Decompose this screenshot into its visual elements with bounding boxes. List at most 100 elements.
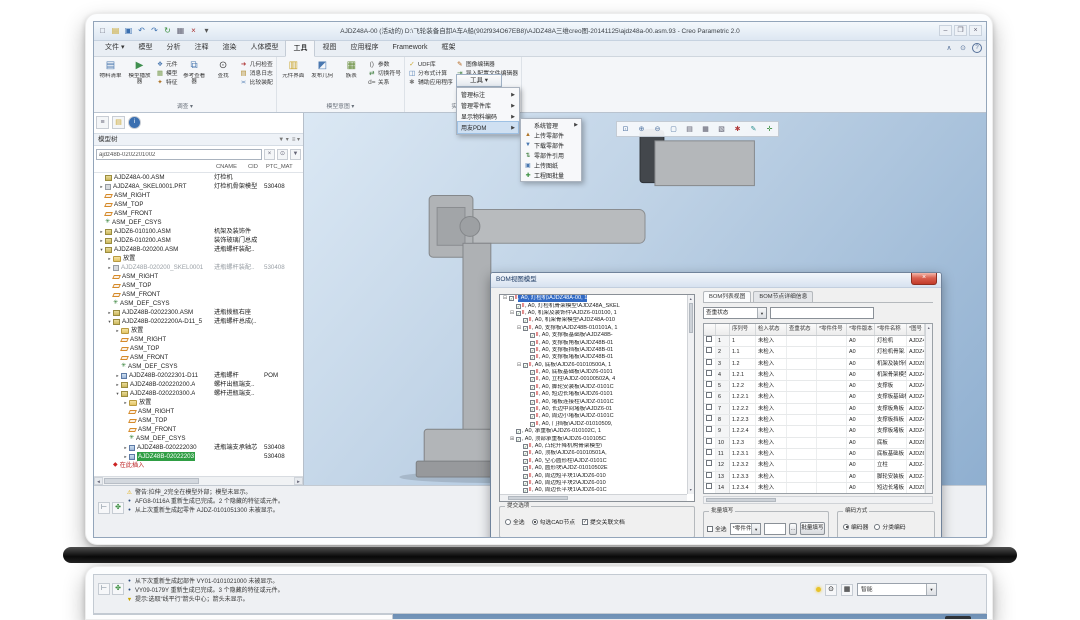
expand-icon[interactable]: ⊟ [509, 310, 515, 317]
expand-icon[interactable]: ▸ [122, 398, 129, 407]
reference-viewer-button[interactable]: ⧉参考查看器 [181, 59, 208, 85]
close-button[interactable]: × [969, 25, 982, 36]
bom-table-row[interactable]: 21.1未检入A0灯检机骨架..AJDZ4 [704, 347, 932, 358]
filter-icon[interactable]: ▼ ▾ [278, 135, 289, 145]
model-tree-row[interactable]: ASM_TOP [94, 344, 303, 353]
checkbox-icon[interactable]: ✓ [516, 304, 521, 309]
model-tree-row[interactable]: ASM_RIGHT [94, 407, 303, 416]
geometry-check-button[interactable]: ➜几何检查 [240, 61, 273, 69]
scroll-up-icon[interactable]: ▲ [927, 325, 930, 331]
bom-button[interactable]: ▤物料清单 [97, 59, 124, 85]
checkbox-icon[interactable]: ✓ [523, 488, 528, 493]
bom-table-row[interactable]: 101.2.3未检入A0底板AJDZ6- [704, 438, 932, 449]
expand-icon[interactable]: ⊟ [502, 295, 508, 302]
checkbox-icon[interactable]: ✓ [530, 414, 535, 419]
find-button[interactable]: ⊙ [825, 584, 837, 596]
checkbox-icon[interactable]: ✓ [530, 377, 535, 382]
tab-file[interactable]: 文件 ▾ [98, 40, 131, 57]
customize-more-icon[interactable]: ▾ [201, 24, 212, 38]
checkbox-icon[interactable]: ✓ [523, 481, 528, 486]
command-search-icon[interactable]: ⊙ [958, 43, 968, 54]
bom-tree-item[interactable]: ✓‖, A0, 周边小堵板\AJDZ-0101C [500, 413, 687, 420]
checkbox-icon[interactable]: ✓ [530, 400, 535, 405]
model-tree-row[interactable]: ▾AJDZ48B-020200.ASM进瓶螺杆装配.. [94, 245, 303, 254]
ribbon-group-label[interactable]: 模型意图 ▾ [277, 103, 404, 112]
menu-item-part-reference[interactable]: ⇅零部件引用 [522, 150, 580, 160]
tab-applications[interactable]: 应用程序 [343, 40, 385, 57]
checkbox-提交关联文档[interactable]: ✓提交关联文档 [582, 517, 625, 526]
model-tree-row[interactable]: ASM_FRONT [94, 353, 303, 362]
model-tree-row[interactable]: ASM_TOP [94, 281, 303, 290]
tab-manikin[interactable]: 人体模型 [243, 40, 285, 57]
bom-table-row[interactable]: 111.2.3.1未检入A0底板基础板AJDZ6- [704, 449, 932, 460]
find-button[interactable]: ⊙查找 [210, 59, 237, 85]
browse-button[interactable]: … [789, 523, 797, 535]
checkbox-icon[interactable]: ✓ [523, 459, 528, 464]
bom-tree-item[interactable]: ⊟✓‖, A0, 底板\AJDZ6-01010500A, 1 [500, 362, 687, 369]
tab-bom-node-detail[interactable]: BOM节点详细信息 [753, 291, 813, 302]
bom-column-header[interactable]: 检入状态 [756, 324, 787, 335]
model-player-button[interactable]: ▶模型播放器 [126, 59, 153, 85]
message-log-button[interactable]: ▤消息日志 [240, 70, 273, 78]
settings-icon[interactable]: ≡ ▾ [292, 135, 300, 145]
ribbon-group-label[interactable]: 调查 ▾ [94, 103, 276, 112]
checkbox-icon[interactable]: ✓ [530, 407, 535, 412]
chevron-down-icon[interactable]: ▼ [757, 308, 766, 318]
bom-column-header[interactable]: *图号 [907, 324, 925, 335]
menu-item-upload-drawing[interactable]: ▣上传图纸 [522, 160, 580, 170]
model-tree-row[interactable]: ▸AJDZ48B-020200_SKEL0001进瓶螺杆装配..530408 [94, 263, 303, 272]
repaint-icon[interactable]: ▢ [666, 123, 681, 135]
menu-item-upload-parts[interactable]: ▲上传零部件 [522, 130, 580, 140]
checkbox-icon[interactable]: ✓ [523, 363, 528, 368]
scroll-thumb[interactable] [689, 303, 693, 333]
bom-table-row[interactable]: 81.2.2.3未检入A0支撑板挡板AJDZ4 [704, 415, 932, 426]
model-tree-row[interactable]: ▸AJDZ48B-020220200.A螺杆出瓶端支.. [94, 380, 303, 389]
select-all-checkbox[interactable]: 全选 [707, 524, 727, 533]
tab-annotate[interactable]: 注释 [187, 40, 215, 57]
layers-icon[interactable]: ▤ [112, 116, 125, 129]
bom-column-header[interactable] [716, 324, 730, 335]
scroll-left-icon[interactable]: ◄ [94, 477, 103, 485]
find-icon[interactable]: ⊙ [277, 149, 288, 160]
bom-column-header[interactable]: 查重状态 [787, 324, 817, 335]
checkbox-icon[interactable]: ✓ [516, 311, 521, 316]
checkbox-icon[interactable]: ✓ [523, 474, 528, 479]
bom-tree-item[interactable]: ⊟✓‖, A0, 机架及装饰件\AJDZ6-010100, 1 [500, 310, 687, 317]
display-style-icon[interactable]: ▤ [682, 123, 697, 135]
dialog-close-icon[interactable]: × [911, 273, 937, 285]
tab-render[interactable]: 渲染 [215, 40, 243, 57]
udf-library-button[interactable]: ✓UDF库 [408, 61, 453, 69]
row-checkbox[interactable] [706, 415, 712, 421]
component-button[interactable]: ❖元件 [156, 61, 178, 69]
checkbox-icon[interactable]: ✓ [530, 348, 535, 353]
scroll-down-icon[interactable]: ▼ [689, 487, 692, 493]
model-tree-row[interactable]: ASM_RIGHT [94, 272, 303, 281]
model-button[interactable]: ▦模型 [156, 70, 178, 78]
bom-tree-item[interactable]: ⊟✓‖, A0, 灯检机\AJDZ48A-00, 1 [500, 295, 687, 302]
distributed-computing-button[interactable]: ◫分布式计算 [408, 70, 453, 78]
bom-tree-item[interactable]: ✓‖, A0, 周边长平块1\AJDZ6-01C [500, 487, 687, 494]
tab-framework[interactable]: Framework [385, 40, 434, 57]
bom-tree-item[interactable]: ✓‖, A0, 周边短平块1\AJDZ6-010 [500, 472, 687, 479]
expand-icon[interactable]: ▾ [98, 245, 105, 254]
bom-tree-item[interactable]: ✓‖, A0, 支撑板角板\AJDZ48B-01 [500, 339, 687, 346]
checkbox-icon[interactable]: ✓ [523, 444, 528, 449]
expand-icon[interactable]: ⊞ [509, 436, 515, 443]
dialog-title-bar[interactable]: BOM视图模型 × [491, 273, 941, 288]
minimize-button[interactable]: – [939, 25, 952, 36]
info-icon[interactable]: i [128, 116, 141, 129]
tab-tools[interactable]: 工具 [285, 40, 315, 57]
model-tree-row[interactable]: AJDZ48A-00.ASM灯检机 [94, 173, 303, 182]
menu-item-manage-annotations[interactable]: 管理标注▶ [458, 89, 518, 100]
duplicate-status-select[interactable]: 查重状态 ▼ [703, 307, 767, 319]
open-icon[interactable]: ▤ [110, 24, 121, 38]
refit-icon[interactable]: ⊡ [618, 123, 633, 135]
row-checkbox[interactable] [706, 483, 712, 489]
bom-tree-item[interactable]: ✓‖, A0, 长边中间堵板\AJDZ6-01 [500, 406, 687, 413]
minimize-ribbon-icon[interactable]: ∧ [944, 43, 954, 54]
tree-search-input[interactable] [96, 149, 262, 160]
tab-model[interactable]: 模型 [131, 40, 159, 57]
batch-value-input[interactable] [764, 523, 786, 535]
model-tree-row[interactable]: ASM_FRONT [94, 425, 303, 434]
model-tree-row[interactable]: ▸放置 [94, 326, 303, 335]
